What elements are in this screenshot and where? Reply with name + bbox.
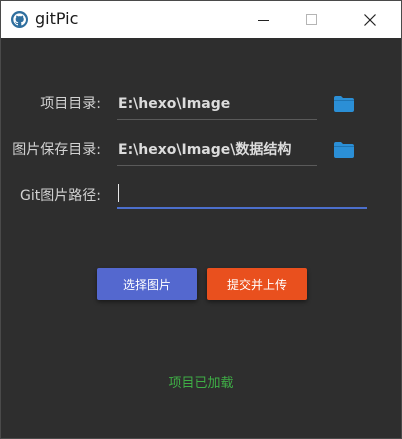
window-title: gitPic bbox=[35, 9, 79, 28]
git-path-input[interactable] bbox=[117, 181, 367, 209]
save-dir-label: 图片保存目录: bbox=[12, 142, 101, 158]
minimize-icon bbox=[258, 19, 269, 21]
git-path-label: Git图片路径: bbox=[20, 188, 101, 204]
minimize-button[interactable] bbox=[241, 1, 287, 38]
folder-icon[interactable] bbox=[334, 142, 354, 158]
select-image-button[interactable]: 选择图片 bbox=[97, 268, 197, 300]
app-window: gitPic 项目目录: E:\hexo\Image 图片保存目录: E:\he… bbox=[0, 0, 402, 439]
title-bar[interactable]: gitPic bbox=[1, 1, 401, 38]
folder-icon[interactable] bbox=[334, 96, 354, 112]
maximize-icon bbox=[306, 13, 317, 25]
maximize-button[interactable] bbox=[289, 1, 335, 38]
text-caret bbox=[118, 184, 119, 202]
save-dir-value[interactable]: E:\hexo\Image\数据结构 bbox=[118, 141, 291, 159]
status-message: 项目已加载 bbox=[168, 376, 234, 391]
commit-upload-button[interactable]: 提交并上传 bbox=[207, 268, 307, 300]
project-dir-label: 项目目录: bbox=[40, 96, 101, 112]
close-icon bbox=[364, 13, 376, 26]
close-button[interactable] bbox=[347, 1, 393, 38]
github-octocat-icon bbox=[11, 11, 28, 28]
save-dir-underline bbox=[117, 165, 317, 166]
project-dir-value[interactable]: E:\hexo\Image bbox=[118, 95, 230, 113]
project-dir-underline bbox=[117, 119, 317, 120]
